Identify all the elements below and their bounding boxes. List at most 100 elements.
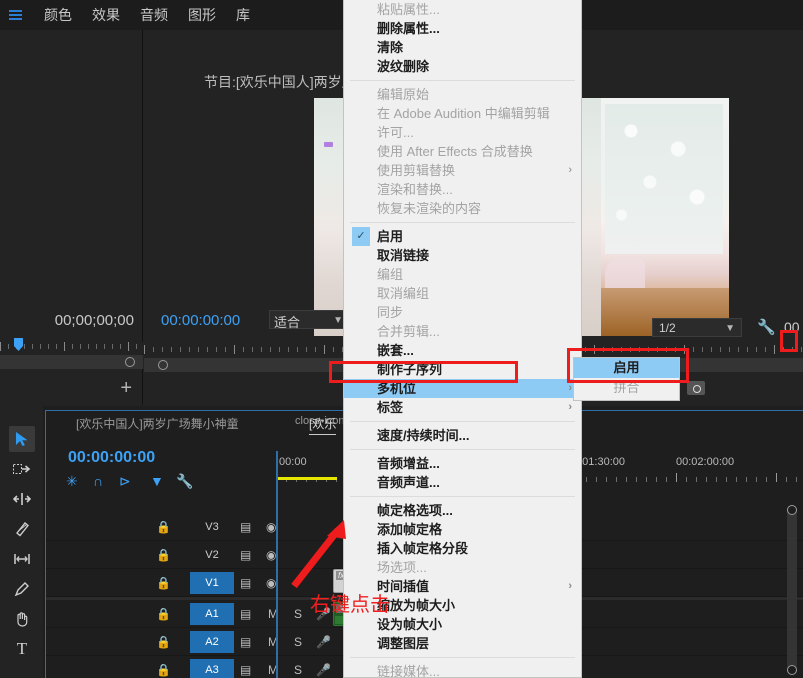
lock-icon[interactable]: 🔒: [156, 576, 171, 590]
context-menu-item-label: 标签: [377, 400, 403, 415]
context-menu-item-24[interactable]: 速度/持续时间...: [344, 426, 581, 445]
timeline-tab-2[interactable]: [欢乐: [309, 415, 336, 435]
tools-panel: T: [0, 406, 43, 678]
plus-icon[interactable]: +: [120, 378, 132, 398]
context-menu-item-35[interactable]: 设为帧大小: [344, 615, 581, 634]
lock-icon[interactable]: 🔒: [156, 663, 171, 677]
context-menu-item-21[interactable]: 多机位›: [344, 379, 581, 398]
program-timecode[interactable]: 00:00:00:00: [161, 312, 240, 329]
context-menu-item-22[interactable]: 标签›: [344, 398, 581, 417]
menu-item-audio[interactable]: 音频: [130, 5, 178, 25]
context-menu-item-36[interactable]: 调整图层: [344, 634, 581, 653]
context-menu-item-label: 编组: [377, 267, 403, 282]
ruler-tick: [716, 477, 717, 482]
ruler-tick: [676, 473, 677, 482]
source-zoom-scrollbar[interactable]: [0, 355, 143, 369]
selection-tool[interactable]: [9, 426, 35, 452]
context-menu-item-26[interactable]: 音频增益...: [344, 454, 581, 473]
track-targeting-icon[interactable]: ▤: [240, 663, 251, 677]
wrench-icon[interactable]: 🔧: [757, 318, 776, 336]
context-menu-item-0: 粘贴属性...: [344, 0, 581, 19]
context-menu-item-13[interactable]: ✓启用: [344, 227, 581, 246]
lock-icon[interactable]: 🔒: [156, 548, 171, 562]
eye-icon[interactable]: ◉: [266, 548, 276, 562]
submenu-item-enable[interactable]: 启用: [574, 358, 679, 378]
ruler-tick: [596, 477, 597, 482]
fit-dropdown-label: 适合: [274, 315, 300, 330]
lock-icon[interactable]: 🔒: [156, 635, 171, 649]
context-menu-item-2[interactable]: 清除: [344, 38, 581, 57]
track-name-v2[interactable]: V2: [190, 544, 234, 566]
context-menu-item-19[interactable]: 嵌套...: [344, 341, 581, 360]
timeline-playhead-line[interactable]: [276, 451, 278, 678]
microphone-icon[interactable]: 🎤: [316, 663, 331, 677]
track-targeting-icon[interactable]: ▤: [240, 548, 251, 562]
context-menu-item-11: 恢复未渲染的内容: [344, 199, 581, 218]
ripple-edit-tool[interactable]: [9, 486, 35, 512]
hand-tool[interactable]: [9, 606, 35, 632]
lock-icon[interactable]: 🔒: [156, 607, 171, 621]
eye-icon[interactable]: ◉: [266, 576, 276, 590]
context-menu-item-8: 使用 After Effects 合成替换: [344, 142, 581, 161]
annotation-arrow-icon: [280, 512, 360, 592]
track-targeting-icon[interactable]: ▤: [240, 607, 251, 621]
timeline-inout-bar[interactable]: [277, 477, 337, 480]
resolution-dropdown[interactable]: 1/2 ▼: [652, 318, 742, 337]
track-name-a1[interactable]: A1: [190, 603, 234, 625]
multicamera-submenu[interactable]: 启用 拼合: [573, 357, 680, 401]
context-menu-item-label: 帧定格选项...: [377, 503, 453, 518]
context-menu-item-label: 速度/持续时间...: [377, 428, 469, 443]
menu-item-graphics[interactable]: 图形: [178, 5, 226, 25]
menu-item-color[interactable]: 颜色: [34, 5, 82, 25]
track-name-a3[interactable]: A3: [190, 659, 234, 678]
context-menu-item-label: 删除属性...: [377, 21, 440, 36]
context-menu-item-20[interactable]: 制作子序列: [344, 360, 581, 379]
context-menu-item-label: 启用: [377, 229, 403, 244]
microphone-icon[interactable]: 🎤: [316, 635, 331, 649]
menu-item-effects[interactable]: 效果: [82, 5, 130, 25]
context-menu-item-31[interactable]: 插入帧定格分段: [344, 539, 581, 558]
type-tool[interactable]: T: [9, 636, 35, 662]
hamburger-menu-icon[interactable]: [2, 10, 28, 20]
submenu-item-flatten[interactable]: 拼合: [574, 378, 679, 398]
context-menu-item-3[interactable]: 波纹删除: [344, 57, 581, 76]
timeline-vertical-scrollbar[interactable]: [787, 505, 797, 675]
context-menu-item-27[interactable]: 音频声道...: [344, 473, 581, 492]
pen-tool[interactable]: [9, 576, 35, 602]
solo-button[interactable]: S: [294, 663, 302, 677]
track-targeting-icon[interactable]: ▤: [240, 520, 251, 534]
lock-icon[interactable]: 🔒: [156, 520, 171, 534]
context-menu-item-14[interactable]: 取消链接: [344, 246, 581, 265]
menu-item-libraries[interactable]: 库: [226, 5, 260, 25]
context-menu-item-30[interactable]: 添加帧定格: [344, 520, 581, 539]
track-name-v1[interactable]: V1: [190, 572, 234, 594]
timeline-tab-1[interactable]: [欢乐中国人]两岁广场舞小神童: [76, 415, 239, 432]
scrollbar-handle-top[interactable]: [787, 505, 797, 515]
ruler-tick: [736, 477, 737, 482]
clip-context-menu[interactable]: 粘贴属性...删除属性...清除波纹删除编辑原始在 Adobe Audition…: [343, 0, 582, 678]
track-targeting-icon[interactable]: ▤: [240, 576, 251, 590]
razor-tool[interactable]: [9, 516, 35, 542]
solo-button[interactable]: S: [294, 607, 302, 621]
eye-icon[interactable]: ◉: [266, 520, 276, 534]
track-targeting-icon[interactable]: ▤: [240, 635, 251, 649]
ruler-tick: [656, 477, 657, 482]
track-name-a2[interactable]: A2: [190, 631, 234, 653]
context-menu-item-10: 渲染和替换...: [344, 180, 581, 199]
scrollbar-handle-bottom[interactable]: [787, 665, 797, 675]
context-menu-item-label: 恢复未渲染的内容: [377, 201, 481, 216]
context-menu-item-1[interactable]: 删除属性...: [344, 19, 581, 38]
ruler-tick: [686, 477, 687, 482]
ruler-tick: [696, 477, 697, 482]
context-menu-item-29[interactable]: 帧定格选项...: [344, 501, 581, 520]
track-name-v3[interactable]: V3: [190, 516, 234, 538]
slip-tool[interactable]: [9, 546, 35, 572]
fit-dropdown[interactable]: 适合 ▼: [269, 310, 349, 329]
source-zoom-handle[interactable]: [125, 357, 135, 367]
source-timecode[interactable]: 00;00;00;00: [55, 312, 134, 329]
track-select-forward-tool[interactable]: [9, 456, 35, 482]
program-zoom-handle[interactable]: [158, 360, 168, 370]
timeline-timecode[interactable]: 00:00:00:00: [68, 449, 155, 467]
camera-icon[interactable]: [687, 381, 705, 395]
solo-button[interactable]: S: [294, 635, 302, 649]
